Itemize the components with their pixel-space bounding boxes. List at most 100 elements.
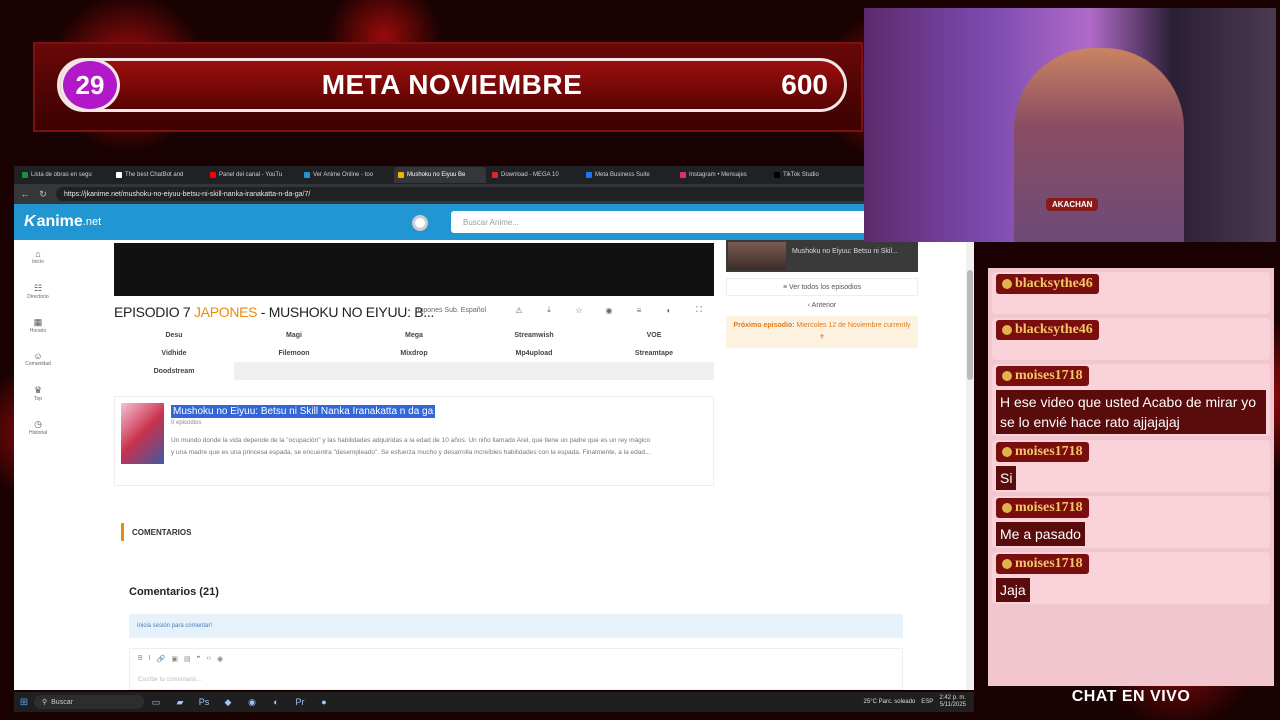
anime-title-link[interactable]: Mushoku no Eiyuu: Betsu ni Skill Nanka I…: [171, 405, 436, 418]
comment-editor[interactable]: B I 🔗 ▣ ▤ ❞ ‹› ◉ Escribe tu comentario...: [129, 648, 903, 690]
sidebar-item-label: Inicio: [32, 259, 44, 265]
editor-tool-button[interactable]: ◉: [217, 655, 223, 663]
episode-tool-icon[interactable]: ◉: [594, 306, 624, 315]
sidebar-item[interactable]: ◷ Historial: [14, 410, 62, 444]
anime-poster[interactable]: [121, 403, 164, 464]
episode-tool-icon[interactable]: ⚠: [504, 306, 534, 315]
server-button[interactable]: Streamtape: [594, 344, 714, 362]
theme-toggle[interactable]: [412, 215, 428, 231]
browser-tab[interactable]: Meta Business Suite: [582, 167, 674, 183]
next-episode-notice: Próximo episodio: Miercoles 12 de Noviem…: [726, 316, 918, 348]
premiere-icon[interactable]: Pr: [288, 697, 312, 707]
sidebar-item-label: Top: [33, 395, 43, 402]
anime-search-input[interactable]: Buscar Anime...: [451, 211, 871, 233]
all-episodes-button[interactable]: ≡ Ver todos los episodios: [726, 278, 918, 296]
windows-start-icon[interactable]: ⊞: [14, 697, 34, 708]
streamer-logo: AKACHAN: [1046, 198, 1099, 211]
episode-title: EPISODIO 7 JAPONES - MUSHOKU NO EIYUU: B…: [114, 304, 434, 320]
browser-tab[interactable]: Lista de obras en segu: [18, 167, 110, 183]
sidebar-item[interactable]: ♛ Top: [14, 376, 62, 410]
server-button[interactable]: Mixdrop: [354, 344, 474, 362]
server-button[interactable]: Streamwish: [474, 326, 594, 344]
browser-tab[interactable]: Mushoku no Eiyuu Be: [394, 167, 486, 183]
chat-message: moises1718 Me a pasado: [992, 496, 1270, 548]
site-logo[interactable]: K anime .net: [24, 213, 101, 231]
browser-tab[interactable]: Instagram • Mensajes: [676, 167, 768, 183]
episode-tool-icon[interactable]: ≡: [624, 306, 654, 315]
previous-episode-button[interactable]: ‹ Anterior: [726, 296, 918, 314]
server-button[interactable]: Vidhide: [114, 344, 234, 362]
scrollbar-thumb[interactable]: [967, 270, 973, 380]
server-button[interactable]: Mp4upload: [474, 344, 594, 362]
browser-tab[interactable]: Ver Anime Online - too: [300, 167, 392, 183]
login-to-comment[interactable]: Inicia sesión para comentar!: [129, 614, 903, 638]
language-select[interactable]: Japones Sub. Español: [406, 307, 504, 314]
sidebar-item[interactable]: ⌂ Inicio: [14, 240, 62, 274]
photoshop-icon[interactable]: Ps: [192, 697, 216, 707]
next-episode-label: Próximo episodio:: [733, 322, 795, 329]
video-player[interactable]: [114, 243, 714, 296]
chat-message: blacksythe46: [992, 318, 1270, 360]
episode-language: JAPONES: [193, 304, 258, 320]
editor-tool-button[interactable]: ▤: [184, 655, 191, 663]
episode-tool-icon[interactable]: ☆: [564, 306, 594, 315]
obs-icon[interactable]: ●: [312, 697, 336, 707]
browser-tab[interactable]: Download - MEGA 10: [488, 167, 580, 183]
episode-tool-icon[interactable]: ◐: [654, 306, 684, 315]
streamer-image: [1014, 48, 1184, 242]
server-button[interactable]: Desu: [114, 326, 234, 344]
sidebar-item-label: Horario: [29, 327, 47, 334]
episode-tool-icon[interactable]: ⤓: [534, 305, 564, 315]
back-icon[interactable]: ←: [20, 189, 30, 199]
episode-tool-icon[interactable]: ⛶: [684, 305, 714, 315]
server-button[interactable]: Mega: [354, 326, 474, 344]
episode-card[interactable]: Mushoku no Eiyuu: Betsu ni Skil...: [726, 240, 918, 272]
user-badge-icon: [1002, 503, 1012, 513]
language-indicator[interactable]: ESP: [921, 699, 933, 705]
sidebar-icon: ☺: [33, 351, 43, 361]
tab-favicon-icon: [586, 172, 592, 178]
browser-tab[interactable]: The best ChatBot and: [112, 167, 204, 183]
windows-taskbar: ⊞ ⚲ Buscar ▭ ▰ Ps ◆ ◉ ◐ Pr ● 25°C Parc. s…: [14, 692, 974, 712]
taskbar-search-label: Buscar: [51, 698, 73, 706]
browser-tab[interactable]: Panel del canal - YouTu: [206, 167, 298, 183]
chat-username: blacksythe46: [996, 274, 1099, 294]
sidebar-item[interactable]: ▦ Horario: [14, 308, 62, 342]
edge-icon[interactable]: ◐: [264, 697, 288, 707]
taskbar-search[interactable]: ⚲ Buscar: [34, 695, 144, 709]
file-explorer-icon[interactable]: ▰: [168, 697, 192, 708]
server-button[interactable]: Filemoon: [234, 344, 354, 362]
server-row: Vidhide Filemoon Mixdrop Mp4upload Streamtap…: [114, 344, 714, 362]
chat-username: moises1718: [996, 498, 1089, 518]
app-icon[interactable]: ◆: [216, 697, 240, 708]
editor-tool-button[interactable]: ‹›: [206, 655, 211, 663]
tab-label: Lista de obras en segu: [31, 172, 92, 178]
reload-icon[interactable]: ↻: [38, 189, 48, 200]
episode-toolbar: Japones Sub. Español ⚠ ⤓ ☆ ◉ ≡ ◐ ⛶: [406, 302, 714, 318]
editor-tool-button[interactable]: 🔗: [157, 655, 166, 663]
editor-tool-button[interactable]: ▣: [171, 655, 178, 663]
editor-tool-button[interactable]: I: [149, 655, 151, 663]
sidebar-item[interactable]: ☷ Directorio: [14, 274, 62, 308]
page-scrollbar[interactable]: [966, 240, 974, 690]
weather-widget[interactable]: 25°C Parc. soleado: [864, 699, 916, 705]
comments-count: Comentarios (21): [129, 586, 219, 598]
browser-tab[interactable]: TikTok Studio: [770, 167, 862, 183]
chat-username: moises1718: [996, 554, 1089, 574]
comment-input[interactable]: Escribe tu comentario...: [130, 677, 902, 683]
server-button[interactable]: Magi: [234, 326, 354, 344]
url-field[interactable]: https://jkanime.net/mushoku-no-eiyuu-bet…: [56, 187, 950, 201]
editor-tool-button[interactable]: ❞: [197, 655, 201, 663]
server-button[interactable]: VOE: [594, 326, 714, 344]
editor-tool-button[interactable]: B: [138, 655, 143, 663]
user-badge-icon: [1002, 371, 1012, 381]
task-view-icon[interactable]: ▭: [144, 697, 168, 708]
tab-label: Ver Anime Online - too: [313, 172, 374, 178]
chat-username: moises1718: [996, 442, 1089, 462]
chat-message: moises1718 Si: [992, 440, 1270, 492]
chrome-icon[interactable]: ◉: [240, 697, 264, 708]
sidebar-item[interactable]: ☺ Comunidad: [14, 342, 62, 376]
chat-message: moises1718 Jaja: [992, 552, 1270, 604]
server-button[interactable]: Doodstream: [114, 362, 234, 380]
clock[interactable]: 2:42 p. m. 5/11/2025: [939, 695, 966, 709]
